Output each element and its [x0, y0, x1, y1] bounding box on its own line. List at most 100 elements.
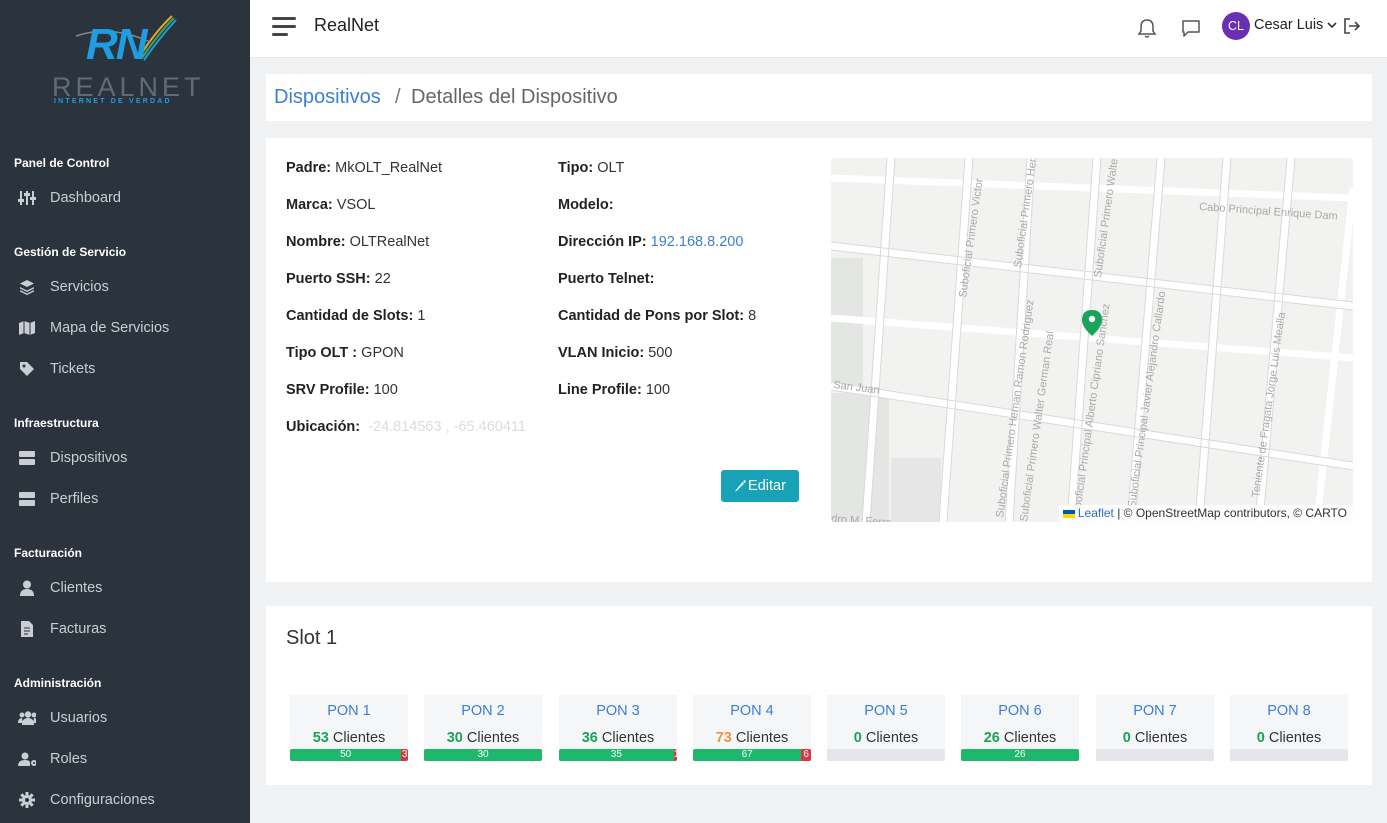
pon-name: PON 8: [1267, 703, 1311, 719]
user-menu[interactable]: Cesar Luis: [1254, 17, 1337, 33]
field-tipo: Tipo: OLT: [558, 160, 624, 176]
pon-progress-bar: [1230, 749, 1348, 761]
pon-count-number: 0: [1122, 730, 1131, 746]
layers-icon: [18, 279, 36, 295]
sidebar-item-perfiles[interactable]: Perfiles: [0, 481, 250, 517]
tags-icon: [18, 361, 36, 377]
device-location-map[interactable]: Cabo Principal Enrique Dam San Juan Subo…: [831, 158, 1353, 522]
sidebar-item-label: Facturas: [50, 621, 107, 637]
map-icon: [18, 320, 36, 336]
pon-count-label: Clientes: [332, 730, 386, 746]
sidebar-item-dispositivos[interactable]: Dispositivos: [0, 440, 250, 476]
field-marca: Marca: VSOL: [286, 197, 375, 213]
sidebar-item-facturas[interactable]: Facturas: [0, 611, 250, 647]
gear-icon: [18, 792, 36, 808]
pon-count-number: 0: [853, 730, 862, 746]
field-ubicacion: Ubicación: -24.814563 , -65.460411: [286, 419, 526, 435]
sidebar-item-dashboard[interactable]: Dashboard: [0, 180, 250, 216]
logout-icon[interactable]: [1342, 16, 1364, 38]
pon-card[interactable]: PON 6 26 Clientes 26: [961, 695, 1079, 761]
field-label: Modelo:: [558, 197, 614, 213]
pon-count-label: Clientes: [601, 730, 655, 746]
bell-icon[interactable]: [1136, 17, 1158, 39]
logo-tagline: INTERNET DE VERDAD: [54, 98, 172, 105]
server-icon: [18, 491, 36, 507]
section-title-panel: Panel de Control: [14, 156, 110, 170]
sidebar-item-clientes[interactable]: Clientes: [0, 570, 250, 606]
sidebar-item-label: Roles: [50, 751, 88, 767]
slot-card: Slot 1 PON 1 53 Clientes 50 3 PON 2 30 Client…: [266, 606, 1372, 785]
ip-address-link[interactable]: 192.168.8.200: [651, 234, 744, 250]
field-nombre: Nombre: OLTRealNet: [286, 234, 429, 250]
map-tiles: Cabo Principal Enrique Dam San Juan Subo…: [831, 158, 1353, 522]
page-title: Detalles del Dispositivo: [411, 86, 618, 108]
pon-count-number: 36: [581, 730, 598, 746]
field-value: 100: [645, 382, 671, 398]
pon-online-segment: 30: [424, 749, 542, 761]
pon-card[interactable]: PON 1 53 Clientes 50 3: [290, 695, 408, 761]
pon-online-segment: 67: [693, 749, 802, 761]
street-label: Suboficial Primero Hern: [1012, 158, 1040, 268]
field-direccion-ip: Dirección IP: 192.168.8.200: [558, 234, 743, 250]
sidebar: RN REALNET INTERNET DE VERDAD Panel de C…: [0, 0, 250, 823]
breadcrumb-dispositivos-link[interactable]: Dispositivos: [274, 86, 381, 109]
server-icon: [18, 450, 36, 466]
street-label: Teniente de Fragata Jorge Luis Mealla: [1250, 311, 1288, 499]
leaflet-link[interactable]: Leaflet: [1078, 506, 1114, 520]
pon-name: PON 1: [327, 703, 371, 719]
avatar[interactable]: CL: [1222, 12, 1250, 40]
pon-card[interactable]: PON 2 30 Clientes 30: [424, 695, 542, 761]
file-icon: [18, 621, 36, 637]
field-value: GPON: [361, 345, 404, 361]
pon-progress-bar: 35 1: [559, 749, 677, 761]
chat-icon[interactable]: [1180, 17, 1202, 39]
edit-button[interactable]: Editar: [721, 470, 799, 502]
pon-card[interactable]: PON 3 36 Clientes 35 1: [559, 695, 677, 761]
sidebar-item-label: Configuraciones: [50, 792, 155, 808]
pon-offline-segment: 6: [801, 749, 811, 761]
pon-card[interactable]: PON 50 Clientes: [827, 695, 945, 761]
pon-name: PON 4: [730, 703, 774, 719]
pon-card[interactable]: PON 70 Clientes: [1096, 695, 1214, 761]
pon-offline-segment: 3: [401, 749, 408, 761]
pon-online-segment: 26: [961, 749, 1079, 761]
sidebar-item-servicios[interactable]: Servicios: [0, 269, 250, 305]
users-icon: [18, 710, 36, 726]
field-modelo: Modelo:: [558, 197, 614, 213]
pon-progress-bar: [827, 749, 945, 761]
pon-progress-bar: 30: [424, 749, 542, 761]
user-name: Cesar Luis: [1254, 17, 1324, 33]
pon-client-count: 36 Clientes: [559, 730, 677, 746]
field-value: 1: [417, 308, 426, 324]
field-label: Cantidad de Slots:: [286, 308, 414, 324]
sidebar-item-mapa-servicios[interactable]: Mapa de Servicios: [0, 310, 250, 346]
field-value: 8: [748, 308, 757, 324]
realnet-logo[interactable]: RN REALNET INTERNET DE VERDAD: [50, 12, 201, 112]
sidebar-item-tickets[interactable]: Tickets: [0, 351, 250, 387]
field-label: Padre:: [286, 160, 332, 176]
pon-offline-segment: 1: [673, 749, 677, 761]
field-label: Cantidad de Pons por Slot:: [558, 308, 745, 324]
menu-toggle-icon[interactable]: [272, 17, 296, 37]
sidebar-item-label: Clientes: [50, 580, 103, 596]
field-cantidad-slots: Cantidad de Slots: 1: [286, 308, 425, 324]
pon-client-count: 0 Clientes: [1230, 730, 1348, 746]
section-title-administracion: Administración: [14, 676, 102, 690]
field-label: Tipo OLT :: [286, 345, 358, 361]
section-title-infraestructura: Infraestructura: [14, 416, 99, 430]
sliders-icon: [18, 190, 36, 206]
pon-client-count: 26 Clientes: [961, 730, 1079, 746]
pon-count-number: 26: [983, 730, 1000, 746]
sidebar-item-usuarios[interactable]: Usuarios: [0, 700, 250, 736]
slot-title: Slot 1: [286, 627, 338, 649]
field-puerto-telnet: Puerto Telnet:: [558, 271, 654, 287]
map-attribution: Leaflet | © OpenStreetMap contributors, …: [1058, 505, 1353, 522]
sidebar-item-configuraciones[interactable]: Configuraciones: [0, 782, 250, 818]
pon-client-count: 53 Clientes: [290, 730, 408, 746]
sidebar-item-roles[interactable]: Roles: [0, 741, 250, 777]
app-title: RealNet: [314, 15, 380, 35]
pon-card[interactable]: PON 8 0 Clientes: [1230, 695, 1348, 761]
breadcrumb-separator: /: [395, 86, 401, 108]
pon-progress-bar: 67 6: [693, 749, 811, 761]
pon-card[interactable]: PON 4 73 Clientes 67 6: [693, 695, 811, 761]
